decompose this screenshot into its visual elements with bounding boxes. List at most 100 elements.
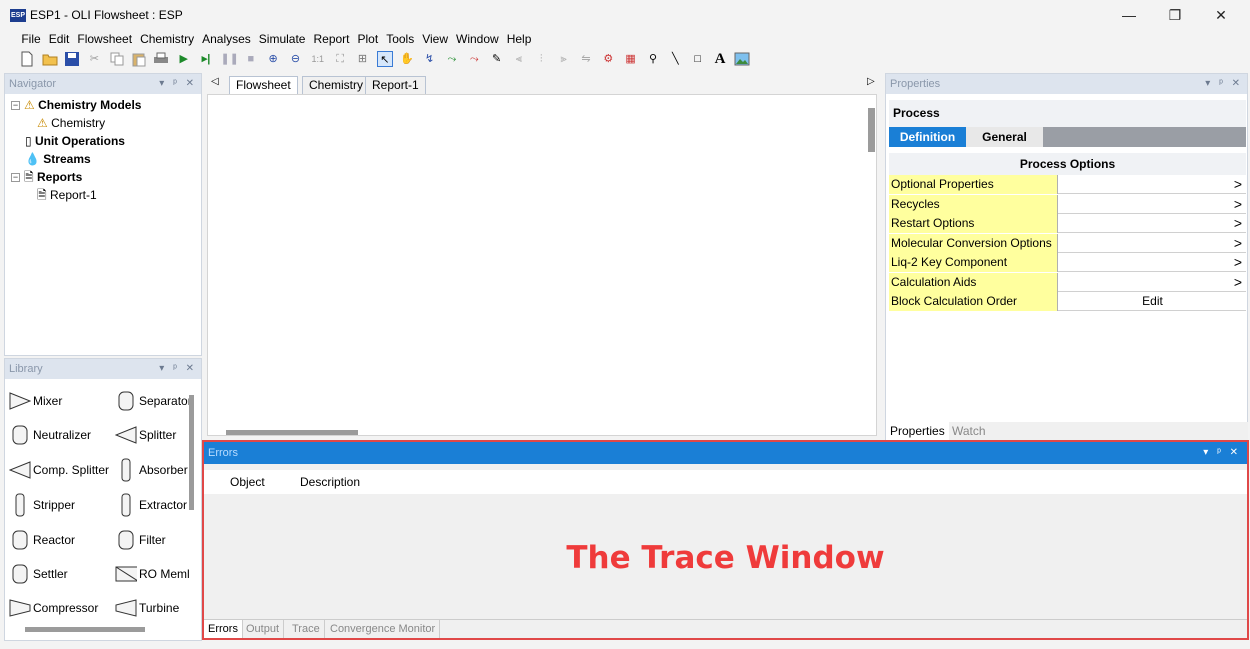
run-icon[interactable]: ▶ [176, 51, 192, 67]
pane-controls-icon[interactable]: ▾ ᵖ ✕ [1205, 74, 1243, 94]
tab-chemistry[interactable]: Chemistry [302, 76, 371, 94]
minimize-button[interactable]: — [1106, 0, 1152, 30]
library-item-extractor[interactable]: Extractor [115, 490, 187, 520]
library-item-stripper[interactable]: Stripper [9, 490, 75, 520]
align-right-icon[interactable]: ⫸ [556, 51, 572, 67]
rectangle-icon[interactable]: □ [690, 51, 706, 67]
menu-report[interactable]: Report [309, 30, 353, 48]
new-icon[interactable] [19, 51, 35, 67]
library-item-neutralizer[interactable]: Neutralizer [9, 420, 91, 450]
binoculars-icon[interactable]: ⚲ [645, 51, 661, 67]
menu-file[interactable]: File [17, 30, 44, 48]
flip-icon[interactable]: ⇋ [578, 51, 594, 67]
library-item-separator[interactable]: Separator [115, 386, 192, 416]
pointer-icon[interactable]: ↖ [376, 51, 393, 67]
property-row[interactable]: Block Calculation Order Edit [889, 292, 1246, 311]
library-item-compressor[interactable]: Compressor [9, 593, 98, 623]
tree-item-streams[interactable]: 💧 Streams [11, 150, 201, 168]
collapse-icon[interactable]: − [11, 173, 20, 183]
zoom-in-icon[interactable]: ⊕ [265, 51, 281, 67]
stop-icon[interactable]: ■ [243, 51, 259, 67]
chevron-right-icon[interactable]: > [1234, 195, 1242, 214]
menu-edit[interactable]: Edit [45, 30, 74, 48]
menu-analyses[interactable]: Analyses [198, 30, 255, 48]
property-row[interactable]: Recycles > [889, 194, 1246, 214]
print-icon[interactable] [153, 51, 169, 67]
image-icon[interactable] [734, 51, 750, 67]
properties-icon[interactable]: ⚙ [600, 51, 616, 67]
tab-definition[interactable]: Definition [889, 127, 966, 147]
stream-icon[interactable]: ↯ [422, 51, 438, 67]
pane-controls-icon[interactable]: ▾ ᵖ ✕ [159, 359, 197, 379]
tab-general[interactable]: General [966, 127, 1043, 147]
copy-icon[interactable] [109, 51, 125, 67]
tab-properties[interactable]: Properties [886, 422, 949, 440]
tab-report-1[interactable]: Report-1 [365, 76, 426, 94]
step-icon[interactable]: ▸| [198, 51, 214, 67]
tab-convergence-monitor[interactable]: Convergence Monitor [326, 620, 441, 638]
property-value[interactable] [1059, 273, 1246, 292]
table-icon[interactable]: ▦ [623, 51, 639, 67]
property-row[interactable]: Calculation Aids > [889, 272, 1246, 292]
zoom-out-icon[interactable]: ⊖ [287, 51, 303, 67]
property-row[interactable]: Molecular Conversion Options > [889, 233, 1246, 253]
flowsheet-canvas[interactable] [207, 94, 877, 436]
library-item-turbine[interactable]: Turbine [115, 593, 179, 623]
chevron-right-icon[interactable]: > [1234, 273, 1242, 292]
column-object[interactable]: Object [230, 475, 265, 489]
tab-watch[interactable]: Watch [948, 422, 990, 440]
menu-simulate[interactable]: Simulate [255, 30, 310, 48]
property-row[interactable]: Restart Options > [889, 214, 1246, 233]
tree-item-unit-operations[interactable]: ▯ Unit Operations [11, 132, 201, 150]
save-icon[interactable] [64, 51, 80, 67]
tab-output[interactable]: Output [242, 620, 285, 638]
property-value[interactable] [1059, 253, 1246, 272]
property-value[interactable] [1059, 214, 1246, 233]
chevron-right-icon[interactable]: > [1234, 175, 1242, 194]
menu-plot[interactable]: Plot [354, 30, 383, 48]
flowsheet-hscrollbar[interactable] [226, 430, 358, 435]
library-hscrollbar[interactable] [25, 627, 145, 632]
column-description[interactable]: Description [300, 475, 360, 489]
grid-icon[interactable]: ⊞ [355, 51, 371, 67]
library-item-settler[interactable]: Settler [9, 559, 68, 589]
zoom-actual-icon[interactable]: 1:1 [310, 51, 326, 67]
disconnect-icon[interactable]: ⤳ [466, 51, 482, 67]
paste-icon[interactable] [131, 51, 147, 67]
tab-trace[interactable]: Trace [288, 620, 325, 638]
library-item-mixer[interactable]: Mixer [9, 386, 62, 416]
menu-view[interactable]: View [418, 30, 452, 48]
tab-scroll-left-icon[interactable]: ◁ [211, 76, 219, 87]
line-icon[interactable]: ╲ [667, 51, 683, 67]
collapse-icon[interactable]: − [11, 101, 20, 111]
pane-controls-icon[interactable]: ▾ ᵖ ✕ [159, 74, 197, 94]
tab-errors[interactable]: Errors [204, 620, 243, 638]
property-row[interactable]: Optional Properties > [889, 175, 1246, 194]
tree-item-chemistry[interactable]: ⚠ Chemistry [11, 114, 201, 132]
restore-button[interactable]: ❐ [1152, 0, 1198, 30]
property-value[interactable] [1059, 195, 1246, 214]
property-value[interactable]: Edit [1059, 292, 1246, 311]
menu-chemistry[interactable]: Chemistry [136, 30, 198, 48]
open-icon[interactable] [42, 51, 58, 67]
close-button[interactable]: ✕ [1198, 0, 1244, 30]
menu-help[interactable]: Help [503, 30, 536, 48]
chevron-right-icon[interactable]: > [1234, 214, 1242, 233]
library-item-ro-membrane[interactable]: RO Meml [115, 559, 190, 589]
library-item-absorber[interactable]: Absorber [115, 455, 188, 485]
library-item-splitter[interactable]: Splitter [115, 420, 176, 450]
menu-flowsheet[interactable]: Flowsheet [73, 30, 136, 48]
library-item-filter[interactable]: Filter [115, 525, 166, 555]
label-icon[interactable]: ✎ [489, 51, 505, 67]
tree-item-chemistry-models[interactable]: − ⚠ Chemistry Models [11, 96, 201, 114]
pane-controls-icon[interactable]: ▾ ᵖ ✕ [1203, 442, 1241, 464]
tree-item-report-1[interactable]: 🗎 Report-1 [11, 186, 201, 204]
zoom-fit-icon[interactable]: ⛶ [332, 51, 348, 67]
menu-window[interactable]: Window [452, 30, 503, 48]
library-item-reactor[interactable]: Reactor [9, 525, 75, 555]
align-left-icon[interactable]: ⫷ [511, 51, 527, 67]
pause-icon[interactable]: ❚❚ [220, 51, 238, 67]
tab-flowsheet[interactable]: Flowsheet [229, 76, 298, 94]
pan-icon[interactable]: ✋ [399, 51, 415, 67]
library-scrollbar[interactable] [189, 395, 194, 510]
